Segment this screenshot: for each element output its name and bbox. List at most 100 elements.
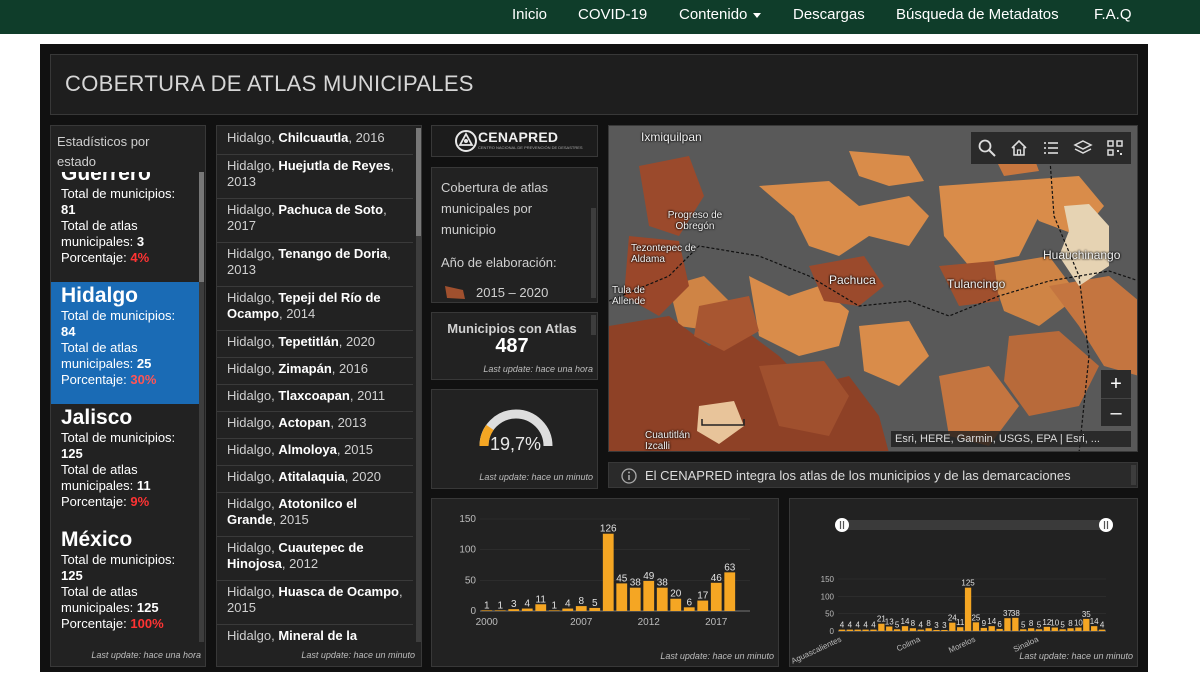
info-scrollbar[interactable] [1131,465,1136,485]
bar[interactable] [1083,618,1090,631]
bar[interactable] [893,629,901,631]
bar-value-label: 8 [1068,619,1073,628]
bar[interactable] [724,572,736,611]
bar[interactable] [957,627,964,631]
bar[interactable] [1035,629,1043,631]
municipio-name: Actopan [278,415,331,430]
search-icon[interactable] [977,138,997,158]
bar-value-label: 38 [630,578,642,589]
map-canvas[interactable] [609,126,1138,452]
municipio-list-item[interactable]: Hidalgo, Zimapán, 2016 [217,358,413,385]
municipio-list-item[interactable]: Hidalgo, Actopan, 2013 [217,412,413,439]
bar[interactable] [870,629,877,631]
range-slider-handle[interactable] [1099,518,1113,532]
municipio-list-item[interactable]: Hidalgo, Mineral de la [217,625,413,644]
municipio-list-item[interactable]: Hidalgo, Tepetitlán, 2020 [217,331,413,358]
stat-pct-label: Porcentaje: [61,494,127,509]
list-icon[interactable] [1041,138,1061,158]
nav-contenido-dropdown[interactable]: Contenido [679,6,762,23]
map-label-tezontepec: Tezontepec de Aldama [631,243,697,265]
bar[interactable] [629,587,641,611]
bar[interactable] [862,629,869,631]
layers-icon[interactable] [1073,138,1093,158]
bar[interactable] [909,628,917,631]
bar[interactable] [949,622,956,631]
bar[interactable] [1051,627,1058,631]
municipio-list-item[interactable]: Hidalgo, Cuautepec de Hinojosa, 2012 [217,537,413,581]
count-scrollbar[interactable] [591,315,596,335]
map-attribution[interactable]: Esri, HERE, Garmin, USGS, EPA | Esri, ..… [891,431,1131,447]
stats-scrollbar-thumb[interactable] [199,172,204,282]
nav-faq[interactable]: F.A.Q [1094,6,1132,23]
municipio-list-item[interactable]: Hidalgo, Pachuca de Soto, 2017 [217,199,413,243]
bar-value-label: 49 [643,571,655,582]
bar[interactable] [1027,628,1035,631]
zoom-in-button[interactable]: + [1101,370,1131,398]
bar[interactable] [1075,627,1082,631]
bar[interactable] [838,629,846,631]
municipio-list-item[interactable]: Hidalgo, Huasca de Ocampo, 2015 [217,581,413,625]
home-icon[interactable] [1009,138,1029,158]
municipio-list-item[interactable]: Hidalgo, Tlaxcoapan, 2011 [217,385,413,412]
bar[interactable] [901,626,909,631]
municipio-name: Zimapán [278,361,332,376]
stat-item[interactable]: Jalisco Total de municipios: 125 Total de a… [51,404,199,526]
zoom-out-button[interactable]: – [1101,398,1131,426]
nav-busqueda-metadatos[interactable]: Búsqueda de Metadatos [896,6,1059,23]
bar[interactable] [1043,626,1051,631]
municipio-list-item[interactable]: Hidalgo, Tenango de Doria, 2013 [217,243,413,287]
bar[interactable] [1098,629,1106,631]
bar[interactable] [697,600,709,611]
bar[interactable] [602,533,614,611]
bar-value-label: 1 [497,600,503,611]
municipios-scrollbar-thumb[interactable] [416,128,421,236]
bar[interactable] [964,587,972,631]
bar[interactable] [988,626,995,631]
municipio-list-item[interactable]: Hidalgo, Tepeji del Río de Ocampo, 2014 [217,287,413,331]
bar[interactable] [1020,629,1027,631]
gauge-footnote: Last update: hace un minuto [479,472,593,482]
bar[interactable] [878,623,885,631]
bar[interactable] [1067,628,1074,631]
municipio-list-item[interactable]: Hidalgo, Atotonilco el Grande, 2015 [217,493,413,537]
range-slider-track[interactable] [842,520,1106,530]
bar[interactable] [917,629,924,631]
municipios-list[interactable]: Hidalgo, Chilcuautla, 2016 Hidalgo, Hueju… [217,126,413,644]
bar[interactable] [643,580,655,611]
bar[interactable] [972,622,980,631]
map-panel[interactable]: Ixmiquilpan Progreso de Obregón Tezontep… [608,125,1138,452]
bar[interactable] [846,629,853,631]
bar[interactable] [1059,629,1066,631]
nav-covid19[interactable]: COVID-19 [578,6,647,23]
municipio-list-item[interactable]: Hidalgo, Huejutla de Reyes, 2013 [217,155,413,199]
bar[interactable] [1012,617,1019,631]
bar[interactable] [656,587,668,611]
bar[interactable] [933,629,940,631]
municipio-state: Hidalgo, [227,361,275,376]
bar[interactable] [980,627,987,631]
bar[interactable] [616,583,628,611]
municipio-list-item[interactable]: Hidalgo, Almoloya, 2015 [217,439,413,466]
municipio-list-item[interactable]: Hidalgo, Atitalaquia, 2020 [217,466,413,493]
municipio-list-item[interactable]: Hidalgo, Chilcuautla, 2016 [217,127,413,155]
municipio-state: Hidalgo, [227,469,275,484]
bar[interactable] [886,626,893,631]
bar[interactable] [670,598,682,611]
legend-scrollbar[interactable] [591,208,596,298]
stat-item[interactable]: Guerrero Total de municipios: 81 Total de a… [51,172,199,272]
bar[interactable] [941,629,948,631]
bar[interactable] [1091,626,1098,631]
nav-inicio[interactable]: Inicio [512,6,547,23]
stat-item[interactable]: México Total de municipios: 125 Total de at… [51,526,199,648]
bar-value-label: 13 [885,617,894,626]
stat-item[interactable]: Hidalgo Total de municipios: 84 Total de at… [51,282,199,404]
nav-descargas[interactable]: Descargas [793,6,865,23]
bar[interactable] [996,628,1003,631]
bar[interactable] [854,629,861,631]
range-slider-handle[interactable] [835,518,849,532]
bar[interactable] [1004,618,1011,631]
bar[interactable] [925,628,932,631]
qr-icon[interactable] [1105,138,1125,158]
stats-list[interactable]: Guerrero Total de municipios: 81 Total de a… [51,172,199,648]
bar[interactable] [710,582,722,611]
